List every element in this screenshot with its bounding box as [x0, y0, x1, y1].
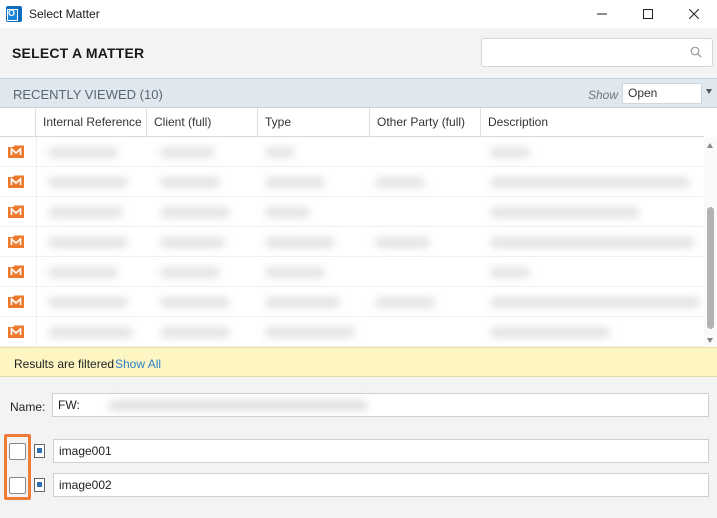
table-row[interactable]	[0, 227, 704, 257]
maximize-icon	[643, 9, 653, 19]
recently-viewed-bar: RECENTLY VIEWED (10) Show Open	[0, 78, 717, 108]
redacted-cell	[160, 267, 220, 278]
table-row[interactable]	[0, 137, 704, 167]
maximize-button[interactable]	[625, 0, 671, 28]
redacted-cell	[48, 237, 128, 248]
redacted-cell	[160, 237, 225, 248]
redacted-cell	[490, 147, 530, 158]
redacted-cell	[490, 327, 610, 338]
table-row[interactable]	[0, 287, 704, 317]
attachment-name-field[interactable]	[53, 473, 709, 497]
matter-folder-icon	[8, 175, 24, 188]
matter-folder-icon	[8, 265, 24, 278]
matter-folder-icon	[8, 325, 24, 338]
redacted-cell	[48, 177, 128, 188]
minimize-icon	[597, 13, 607, 15]
table-row[interactable]	[0, 167, 704, 197]
redacted-cell	[490, 297, 700, 308]
search-input[interactable]	[482, 39, 672, 66]
image-file-icon	[34, 444, 45, 458]
window-controls	[579, 0, 717, 28]
scroll-thumb[interactable]	[707, 207, 714, 329]
matter-folder-icon	[8, 235, 24, 248]
redacted-cell	[160, 177, 220, 188]
redacted-cell	[160, 327, 230, 338]
attachment-row	[0, 473, 717, 499]
matter-folder-icon	[8, 145, 24, 158]
redacted-cell	[48, 327, 133, 338]
redacted-cell	[265, 177, 325, 188]
redacted-cell	[48, 267, 118, 278]
table-row[interactable]	[0, 197, 704, 227]
column-header-client[interactable]: Client (full)	[147, 108, 258, 137]
redacted-cell	[265, 327, 355, 338]
redacted-cell	[375, 237, 430, 248]
show-label: Show	[588, 88, 619, 102]
search-box[interactable]	[481, 38, 713, 67]
close-icon	[689, 9, 699, 19]
redacted-cell	[375, 177, 425, 188]
column-header-internal-reference[interactable]: Internal Reference	[36, 108, 147, 137]
matter-folder-icon	[8, 295, 24, 308]
page-title: SELECT A MATTER	[12, 45, 145, 61]
redacted-cell	[490, 207, 640, 218]
minimize-button[interactable]	[579, 0, 625, 28]
title-bar: Select Matter	[0, 0, 717, 28]
redacted-cell	[265, 267, 325, 278]
redacted-cell	[265, 297, 340, 308]
redacted-cell	[490, 267, 530, 278]
grid-scrollbar[interactable]	[704, 137, 717, 347]
redacted-name-text	[108, 401, 368, 410]
attachment-name-field[interactable]	[53, 439, 709, 463]
redacted-cell	[48, 147, 118, 158]
show-filter-dropdown[interactable]: Open	[622, 83, 702, 104]
redacted-cell	[160, 297, 230, 308]
redacted-cell	[160, 207, 230, 218]
scroll-down-arrow-icon[interactable]	[707, 338, 713, 343]
column-header-description[interactable]: Description	[481, 108, 704, 137]
recently-viewed-title: RECENTLY VIEWED (10)	[13, 87, 163, 102]
attachment-row	[0, 439, 717, 465]
column-header-other-party[interactable]: Other Party (full)	[370, 108, 481, 137]
redacted-cell	[265, 207, 310, 218]
close-button[interactable]	[671, 0, 717, 28]
redacted-cell	[375, 297, 435, 308]
image-file-icon	[34, 478, 45, 492]
save-options-panel: Name:	[0, 377, 717, 518]
filter-notice-text: Results are filtered	[14, 357, 115, 371]
column-header-icon	[0, 108, 36, 137]
window-title: Select Matter	[29, 7, 100, 21]
outlook-app-icon	[6, 6, 22, 22]
dropdown-arrow-icon[interactable]	[706, 89, 712, 94]
redacted-cell	[160, 147, 215, 158]
redacted-cell	[265, 147, 295, 158]
redacted-cell	[265, 237, 335, 248]
redacted-cell	[48, 207, 123, 218]
table-row[interactable]	[0, 317, 704, 347]
show-all-link[interactable]: Show All	[115, 357, 161, 371]
scroll-up-arrow-icon[interactable]	[707, 143, 713, 148]
name-label: Name:	[10, 400, 46, 414]
table-row[interactable]	[0, 257, 704, 287]
page-header: SELECT A MATTER	[0, 28, 717, 78]
matter-grid-header: Internal Reference Client (full) Type Ot…	[0, 108, 704, 137]
checkbox-highlight-frame	[4, 434, 31, 500]
matter-grid-body	[0, 137, 704, 347]
redacted-cell	[490, 177, 690, 188]
column-header-type[interactable]: Type	[258, 108, 370, 137]
search-icon[interactable]	[690, 46, 702, 58]
redacted-cell	[48, 297, 128, 308]
redacted-cell	[490, 237, 695, 248]
filter-notice-bar: Results are filtered Show All	[0, 347, 717, 377]
matter-folder-icon	[8, 205, 24, 218]
